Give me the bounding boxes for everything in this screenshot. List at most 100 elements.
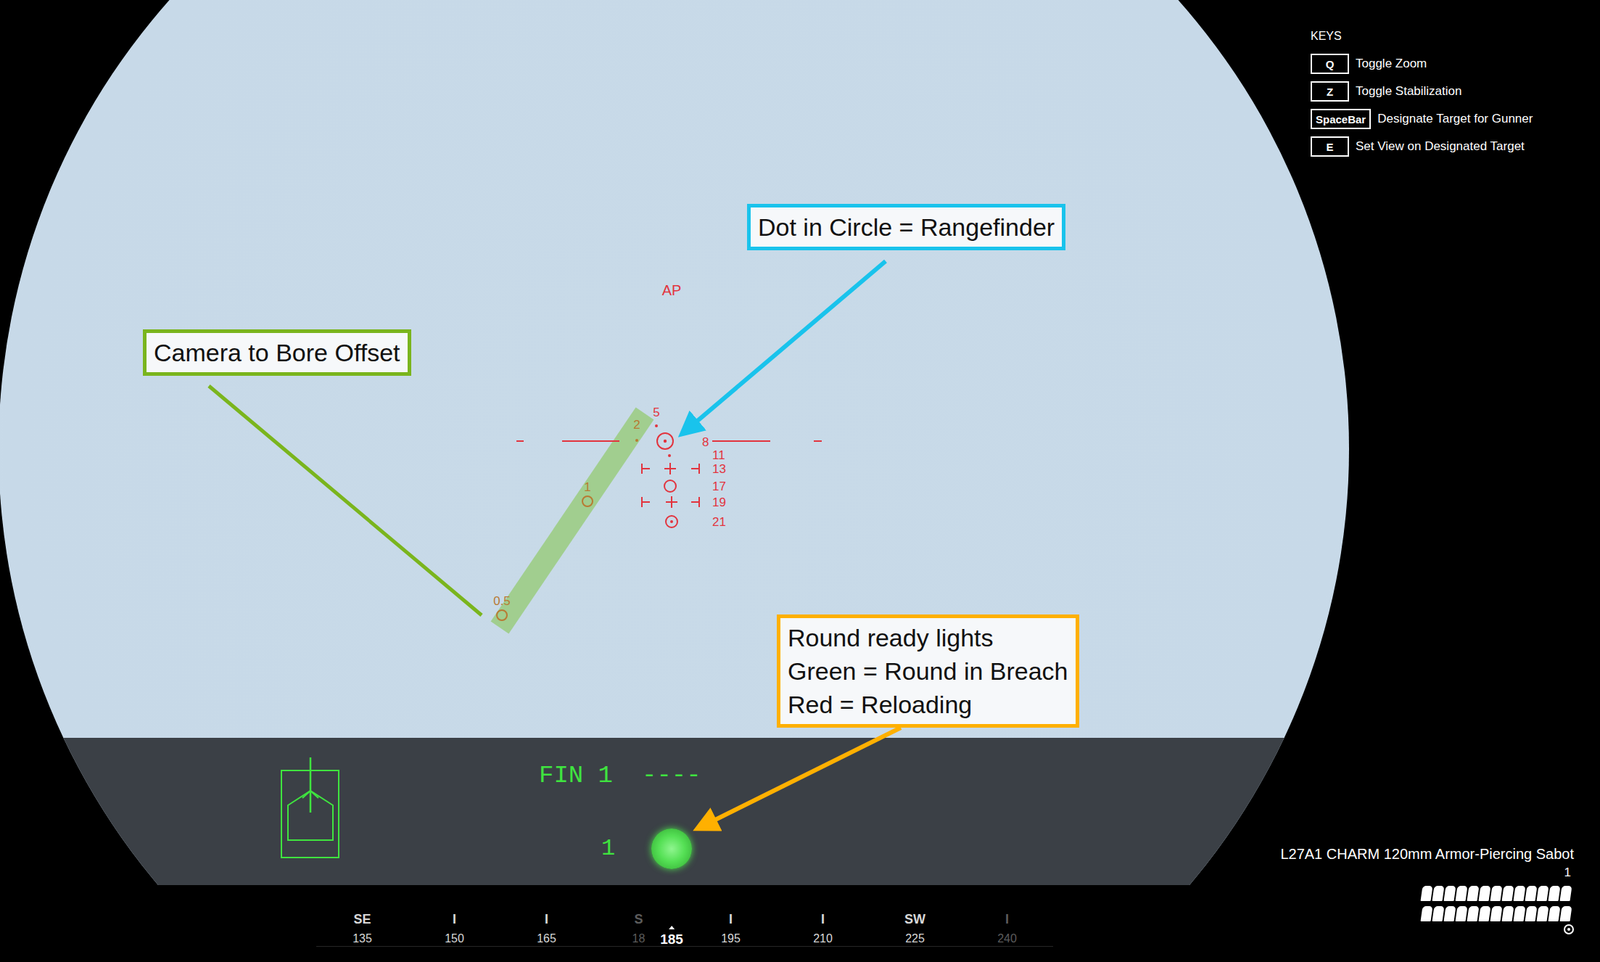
target-icon (1563, 924, 1574, 935)
round-icon (1560, 885, 1573, 901)
ammo-label: FIN 1 (538, 760, 613, 791)
compass-label: I (728, 910, 733, 927)
ammo-readout: FIN 1 ---- 1 (538, 760, 702, 869)
range-mark: 8 (702, 435, 709, 449)
rangefinder-icon (657, 433, 674, 449)
round-grid (1421, 885, 1574, 922)
compass-label: I (821, 910, 825, 927)
range-dot (667, 454, 671, 457)
annotation-line: Green = Round in Breach (787, 654, 1069, 688)
range-dot (654, 424, 658, 428)
annotation-box: Round ready lightsGreen = Round in Breac… (776, 614, 1080, 728)
range-mark: 5 (652, 405, 660, 420)
rangefinder-dot (663, 439, 667, 443)
round-icon (1513, 905, 1527, 922)
compass-mark: I 195 (684, 910, 777, 946)
annotation-line: Round ready lights (787, 620, 1069, 655)
round-icon (1536, 905, 1550, 922)
key-label: Designate Target for Gunner (1377, 111, 1533, 127)
bore-circle (582, 496, 593, 507)
bore-offset-mark: 1 (583, 480, 591, 494)
bore-circle (496, 609, 507, 621)
compass-value: 150 (444, 931, 465, 946)
scope-view (0, 0, 1600, 885)
magazine-panel: L27A1 CHARM 120mm Armor-Piercing Sabot 1 (1280, 845, 1574, 935)
compass-value: 18 (632, 931, 646, 946)
round-icon (1525, 885, 1538, 901)
heading-value: 185 (660, 931, 684, 948)
compass-mark: I 165 (500, 910, 593, 946)
range-dot (670, 520, 674, 523)
compass-strip: SE135I150I165S18I195I210SW225I240 (316, 910, 1054, 947)
range-mark: 13 (712, 462, 727, 476)
compass-value: 165 (536, 931, 557, 946)
gunner-sight: AP581113171921210.5Camera to Bore Offset… (0, 0, 1600, 962)
range-mark: 19 (712, 495, 727, 510)
compass-label: S (633, 910, 643, 927)
compass-value: 225 (905, 931, 925, 946)
compass-value: 240 (997, 931, 1017, 946)
ammo-name: L27A1 CHARM 120mm Armor-Piercing Sabot (1280, 845, 1574, 863)
round-icon (1560, 905, 1573, 922)
annotation-line: Dot in Circle = Rangefinder (757, 210, 1055, 244)
heading-indicator: 185 (660, 925, 684, 948)
bore-offset-mark: 2 (633, 417, 640, 432)
round-icon (1467, 905, 1480, 922)
bore-offset-highlight (499, 413, 645, 628)
round-icon (1432, 905, 1445, 922)
range-mark: 11 (712, 448, 726, 463)
round-icon (1525, 905, 1538, 922)
range-readout: ---- (641, 760, 702, 791)
annotation-line: Red = Reloading (787, 687, 1069, 721)
compass-label: I (544, 910, 549, 927)
key-label: Set View on Designated Target (1355, 139, 1525, 154)
compass-value: 135 (352, 931, 373, 946)
round-icon (1548, 905, 1561, 922)
annotation-pointer (208, 385, 482, 616)
compass-mark: SW225 (868, 910, 962, 946)
horizontal-stadia (516, 440, 822, 442)
ammo-row: FIN 1 ---- (538, 760, 702, 791)
compass-value: 195 (720, 931, 741, 946)
key-cap: Z (1310, 81, 1350, 102)
scope-lens (0, 0, 1350, 885)
annotation-box: Camera to Bore Offset (142, 329, 412, 376)
compass-mark: SE 135 (316, 910, 409, 946)
compass-mark: I150 (408, 910, 501, 946)
round-icon (1432, 885, 1445, 901)
round-icon (1513, 885, 1527, 901)
annotation-box: Dot in Circle = Rangefinder (747, 203, 1066, 251)
round-icon (1444, 905, 1457, 922)
round-icon (1455, 885, 1468, 901)
annotation-line: Camera to Bore Offset (153, 335, 401, 370)
key-cap: E (1310, 136, 1350, 157)
key-row: ZToggle Stabilization (1310, 81, 1533, 102)
round-icon (1490, 905, 1503, 922)
round-icon (1548, 885, 1561, 901)
keys-title: KEYS (1310, 29, 1533, 44)
keys-panel: KEYS QToggle Zoom ZToggle Stabilization Spa… (1310, 29, 1533, 157)
round-icon (1502, 905, 1515, 922)
bore-dot (635, 438, 639, 442)
key-row: QToggle Zoom (1310, 53, 1533, 74)
ready-count: 1 (601, 834, 616, 864)
compass-mark: I 210 (776, 910, 869, 946)
round-icon (1536, 885, 1550, 901)
key-row: SpaceBar Designate Target for Gunner (1310, 108, 1533, 130)
range-circle (664, 480, 676, 492)
key-label: Toggle Zoom (1355, 56, 1427, 72)
annotation-arrow (684, 261, 886, 432)
round-icon (1444, 885, 1457, 901)
ammo-count: 1 (1564, 865, 1574, 880)
round-icon (1478, 905, 1492, 922)
compass-label: SE (353, 910, 371, 927)
round-icon (1455, 905, 1468, 922)
key-row: E Set View on Designated Target (1310, 136, 1533, 157)
round-icon (1420, 885, 1434, 901)
compass-value: 210 (813, 931, 833, 946)
ammo-type-label: AP (662, 282, 682, 299)
round-icon (1490, 885, 1503, 901)
ready-row: 1 (538, 828, 702, 869)
key-cap: SpaceBar (1310, 108, 1371, 130)
hull-direction-icon (278, 754, 343, 861)
